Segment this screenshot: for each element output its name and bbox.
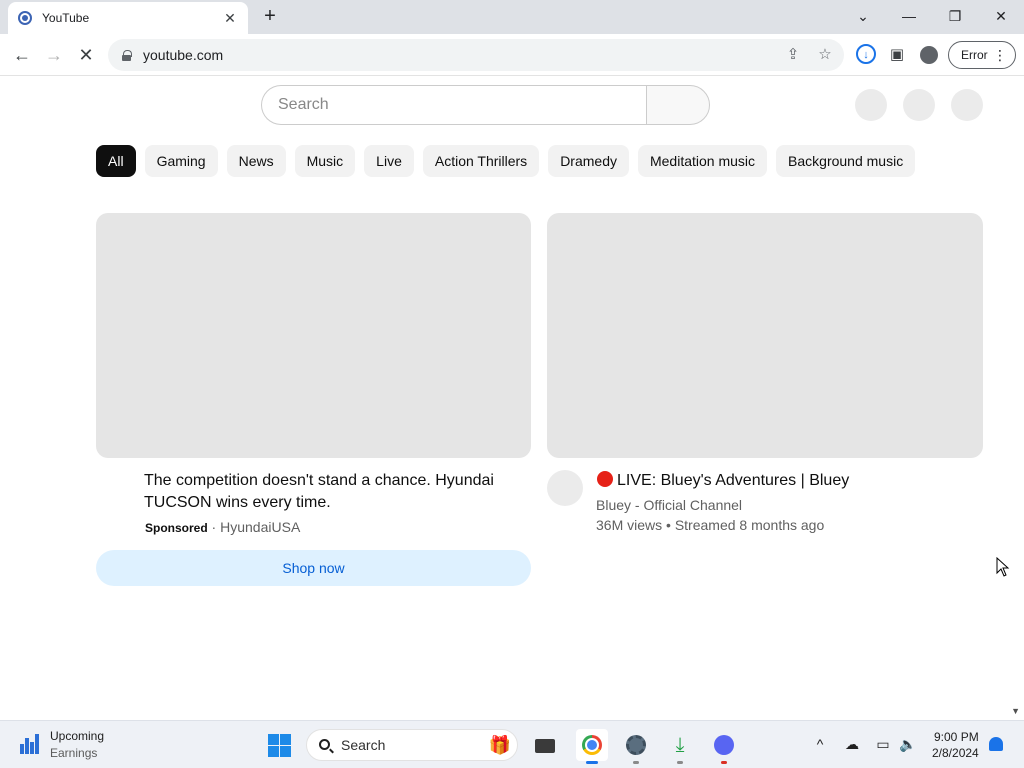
- bookmark-star-icon[interactable]: ☆: [816, 47, 834, 63]
- windows-taskbar: Upcoming Earnings Search 🎁 ⤓ ^ ☁ ▭ 🔈 9:0…: [0, 720, 1024, 768]
- chip-news[interactable]: News: [226, 145, 286, 177]
- screen: YouTube ✕ + ⌄ — ❐ ✕ ← → ✕ youtube.com ⇪ …: [0, 0, 1024, 768]
- channel-name[interactable]: Bluey - Official Channel: [596, 495, 742, 515]
- category-chips: All Gaming News Music Live Action Thrillers Dr…: [96, 145, 942, 177]
- running-indicator: [677, 761, 683, 764]
- discord-icon: [714, 735, 734, 755]
- taskbar-search-box[interactable]: Search 🎁: [306, 729, 518, 761]
- close-window-button[interactable]: ✕: [981, 4, 1021, 28]
- ad-separator: ·: [207, 519, 221, 535]
- clock-date[interactable]: 2/8/2024: [932, 746, 979, 760]
- running-indicator: [633, 761, 639, 764]
- youtube-page: Search All Gaming News Music Live Action Thri…: [0, 77, 1024, 720]
- chip-action-thrillers[interactable]: Action Thrillers: [422, 145, 540, 177]
- ad-title[interactable]: The competition doesn't stand a chance. …: [144, 470, 514, 514]
- loading-favicon-icon: [18, 11, 32, 25]
- running-indicator: [721, 761, 727, 764]
- shop-now-button[interactable]: Shop now: [96, 550, 531, 586]
- tab-title: YouTube: [42, 11, 90, 25]
- chrome-icon: [582, 735, 602, 755]
- clock-time[interactable]: 9:00 PM: [934, 730, 979, 744]
- chip-gaming[interactable]: Gaming: [144, 145, 218, 177]
- browser-toolbar: ← → ✕ youtube.com ⇪ ☆ ↓ ▣ Error ⋮: [0, 34, 1024, 76]
- scroll-down-arrow-icon[interactable]: ▼: [1011, 706, 1020, 716]
- notifications-button-placeholder[interactable]: [903, 89, 935, 121]
- url-text[interactable]: youtube.com: [143, 47, 223, 63]
- restore-button[interactable]: ❐: [935, 4, 975, 28]
- streamed-time: Streamed 8 months ago: [674, 517, 825, 533]
- video-title[interactable]: LIVE: Bluey's Adventures | Bluey: [597, 470, 977, 492]
- video-stats: 36M views • Streamed 8 months ago: [596, 515, 824, 535]
- chip-background-music[interactable]: Background music: [776, 145, 916, 177]
- profile-error-button[interactable]: Error ⋮: [948, 41, 1016, 69]
- sponsored-label: Sponsored: [145, 521, 208, 535]
- video-thumbnail[interactable]: [547, 213, 983, 458]
- address-bar[interactable]: youtube.com ⇪ ☆: [108, 39, 844, 71]
- profile-error-label: Error: [961, 48, 988, 62]
- minimize-button[interactable]: —: [889, 4, 929, 28]
- account-button-placeholder[interactable]: [951, 89, 983, 121]
- notification-bell-icon[interactable]: [989, 737, 1003, 751]
- live-red-dot-icon: [597, 471, 613, 487]
- lock-icon[interactable]: [122, 49, 132, 61]
- taskbar-search-label: Search: [341, 737, 386, 753]
- network-icon[interactable]: ▭: [874, 735, 892, 753]
- downloads-icon[interactable]: ↓: [856, 44, 876, 64]
- stock-chart-icon[interactable]: [20, 734, 40, 754]
- widget-title[interactable]: Upcoming: [50, 729, 104, 743]
- mouse-cursor-icon: [996, 557, 1010, 577]
- download-arrow-icon: ⤓: [675, 734, 685, 756]
- taskbar-chrome[interactable]: [576, 729, 608, 764]
- chip-live[interactable]: Live: [364, 145, 414, 177]
- search-icon: [319, 739, 330, 750]
- channel-avatar[interactable]: [547, 470, 583, 506]
- search-button[interactable]: [646, 85, 710, 125]
- new-tab-button[interactable]: +: [258, 6, 282, 28]
- video-title-text: LIVE: Bluey's Adventures | Bluey: [617, 472, 850, 489]
- show-hidden-icons-chevron-icon[interactable]: ^: [811, 735, 829, 753]
- create-button-placeholder[interactable]: [855, 89, 887, 121]
- volume-icon[interactable]: 🔈: [899, 735, 917, 753]
- task-view-icon: [535, 739, 555, 753]
- widget-subtitle[interactable]: Earnings: [50, 746, 97, 760]
- gift-highlight-icon: 🎁: [488, 735, 511, 755]
- chip-music[interactable]: Music: [294, 145, 356, 177]
- view-count: 36M views: [596, 517, 663, 533]
- share-icon[interactable]: ⇪: [784, 47, 802, 63]
- tab-youtube[interactable]: YouTube ✕: [8, 2, 248, 34]
- onedrive-offline-icon[interactable]: ☁: [843, 735, 861, 753]
- chip-all[interactable]: All: [96, 145, 136, 177]
- stop-loading-button[interactable]: ✕: [74, 43, 98, 67]
- settings-gear-icon: [626, 735, 646, 755]
- taskbar-settings[interactable]: [620, 729, 652, 764]
- task-view-button[interactable]: [529, 729, 561, 761]
- ad-meta: Sponsored · HyundaiUSA: [145, 517, 300, 538]
- search-input[interactable]: Search: [261, 85, 647, 125]
- windows-start-icon[interactable]: [268, 734, 291, 757]
- side-panel-icon[interactable]: ▣: [886, 44, 908, 66]
- stats-separator: •: [662, 517, 675, 533]
- tab-close-icon[interactable]: ✕: [222, 10, 238, 26]
- back-button[interactable]: ←: [10, 43, 34, 67]
- tab-search-icon[interactable]: ⌄: [843, 4, 883, 28]
- taskbar-downloads[interactable]: ⤓: [664, 729, 696, 764]
- ad-thumbnail[interactable]: [96, 213, 531, 458]
- profile-avatar-icon[interactable]: [920, 46, 938, 64]
- taskbar-discord[interactable]: [708, 729, 740, 764]
- chip-meditation-music[interactable]: Meditation music: [637, 145, 768, 177]
- forward-button[interactable]: →: [42, 43, 66, 67]
- chip-dramedy[interactable]: Dramedy: [548, 145, 629, 177]
- tab-strip: YouTube ✕ + ⌄ — ❐ ✕: [0, 0, 1024, 34]
- menu-dots-icon[interactable]: ⋮: [993, 47, 1007, 63]
- running-indicator: [586, 761, 598, 764]
- ad-advertiser[interactable]: HyundaiUSA: [220, 519, 300, 535]
